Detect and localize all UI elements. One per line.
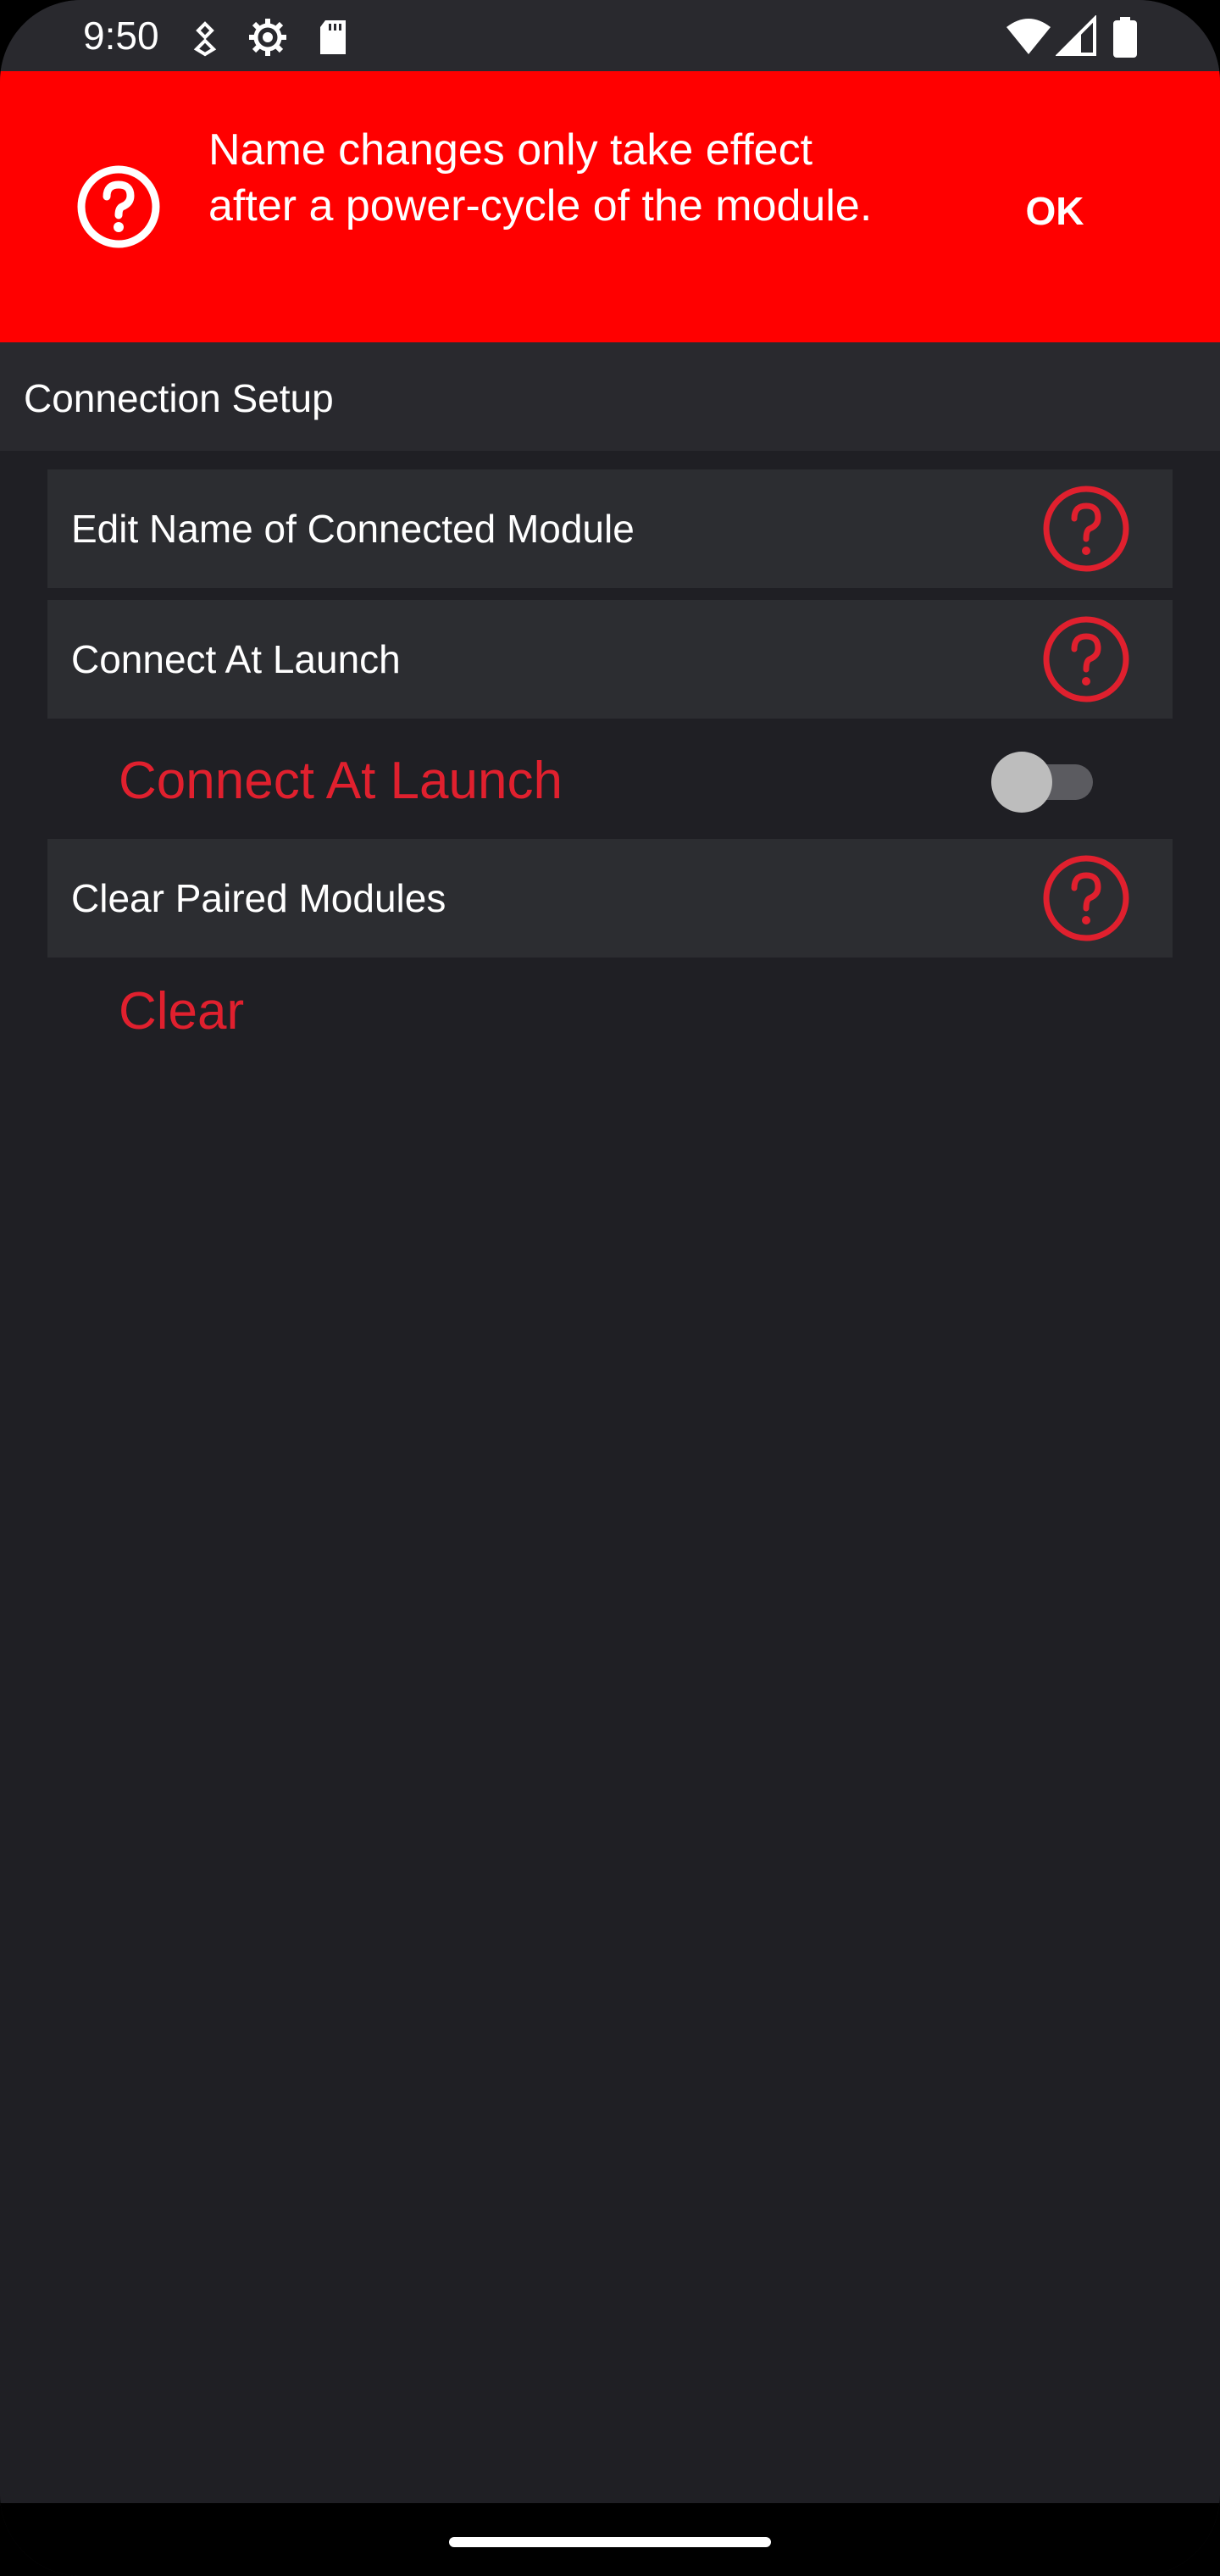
help-circle-icon	[76, 164, 161, 249]
banner-message: Name changes only take effect after a po…	[208, 125, 873, 230]
edit-name-label: Edit Name of Connected Module	[71, 507, 635, 551]
section-header: Connection Setup	[0, 342, 1220, 451]
clear-paired-label: Clear Paired Modules	[71, 876, 446, 920]
connect-at-launch-row: Connect At Launch	[47, 600, 1173, 719]
connect-at-launch-toggle-label: Connect At Launch	[119, 752, 563, 810]
connect-at-launch-toggle[interactable]	[991, 749, 1096, 813]
cell-signal-icon	[1055, 14, 1100, 59]
clear-button[interactable]: Clear	[119, 981, 244, 1042]
section-title: Connection Setup	[24, 376, 334, 420]
status-time: 9:50	[83, 14, 159, 58]
help-circle-icon[interactable]	[1042, 485, 1130, 573]
help-circle-icon[interactable]	[1042, 615, 1130, 703]
home-handle[interactable]	[449, 2537, 771, 2547]
wifi-icon	[1005, 15, 1051, 59]
info-banner: Name changes only take effect after a po…	[0, 71, 1220, 342]
toggle-thumb	[991, 752, 1052, 813]
status-bar: 9:50	[0, 0, 1220, 71]
settings-gear-icon	[246, 15, 290, 59]
help-circle-icon[interactable]	[1042, 854, 1130, 942]
edit-name-row[interactable]: Edit Name of Connected Module	[47, 469, 1173, 588]
battery-icon	[1110, 15, 1154, 59]
connect-at-launch-label: Connect At Launch	[71, 637, 401, 681]
clear-paired-row: Clear Paired Modules	[47, 839, 1173, 958]
app-screen: 9:50 Name changes only take effect after…	[0, 0, 1220, 2576]
ok-button[interactable]: OK	[1000, 181, 1110, 241]
notification-icon	[183, 15, 227, 59]
navigation-bar	[0, 2503, 1220, 2576]
sd-card-icon	[312, 15, 356, 59]
